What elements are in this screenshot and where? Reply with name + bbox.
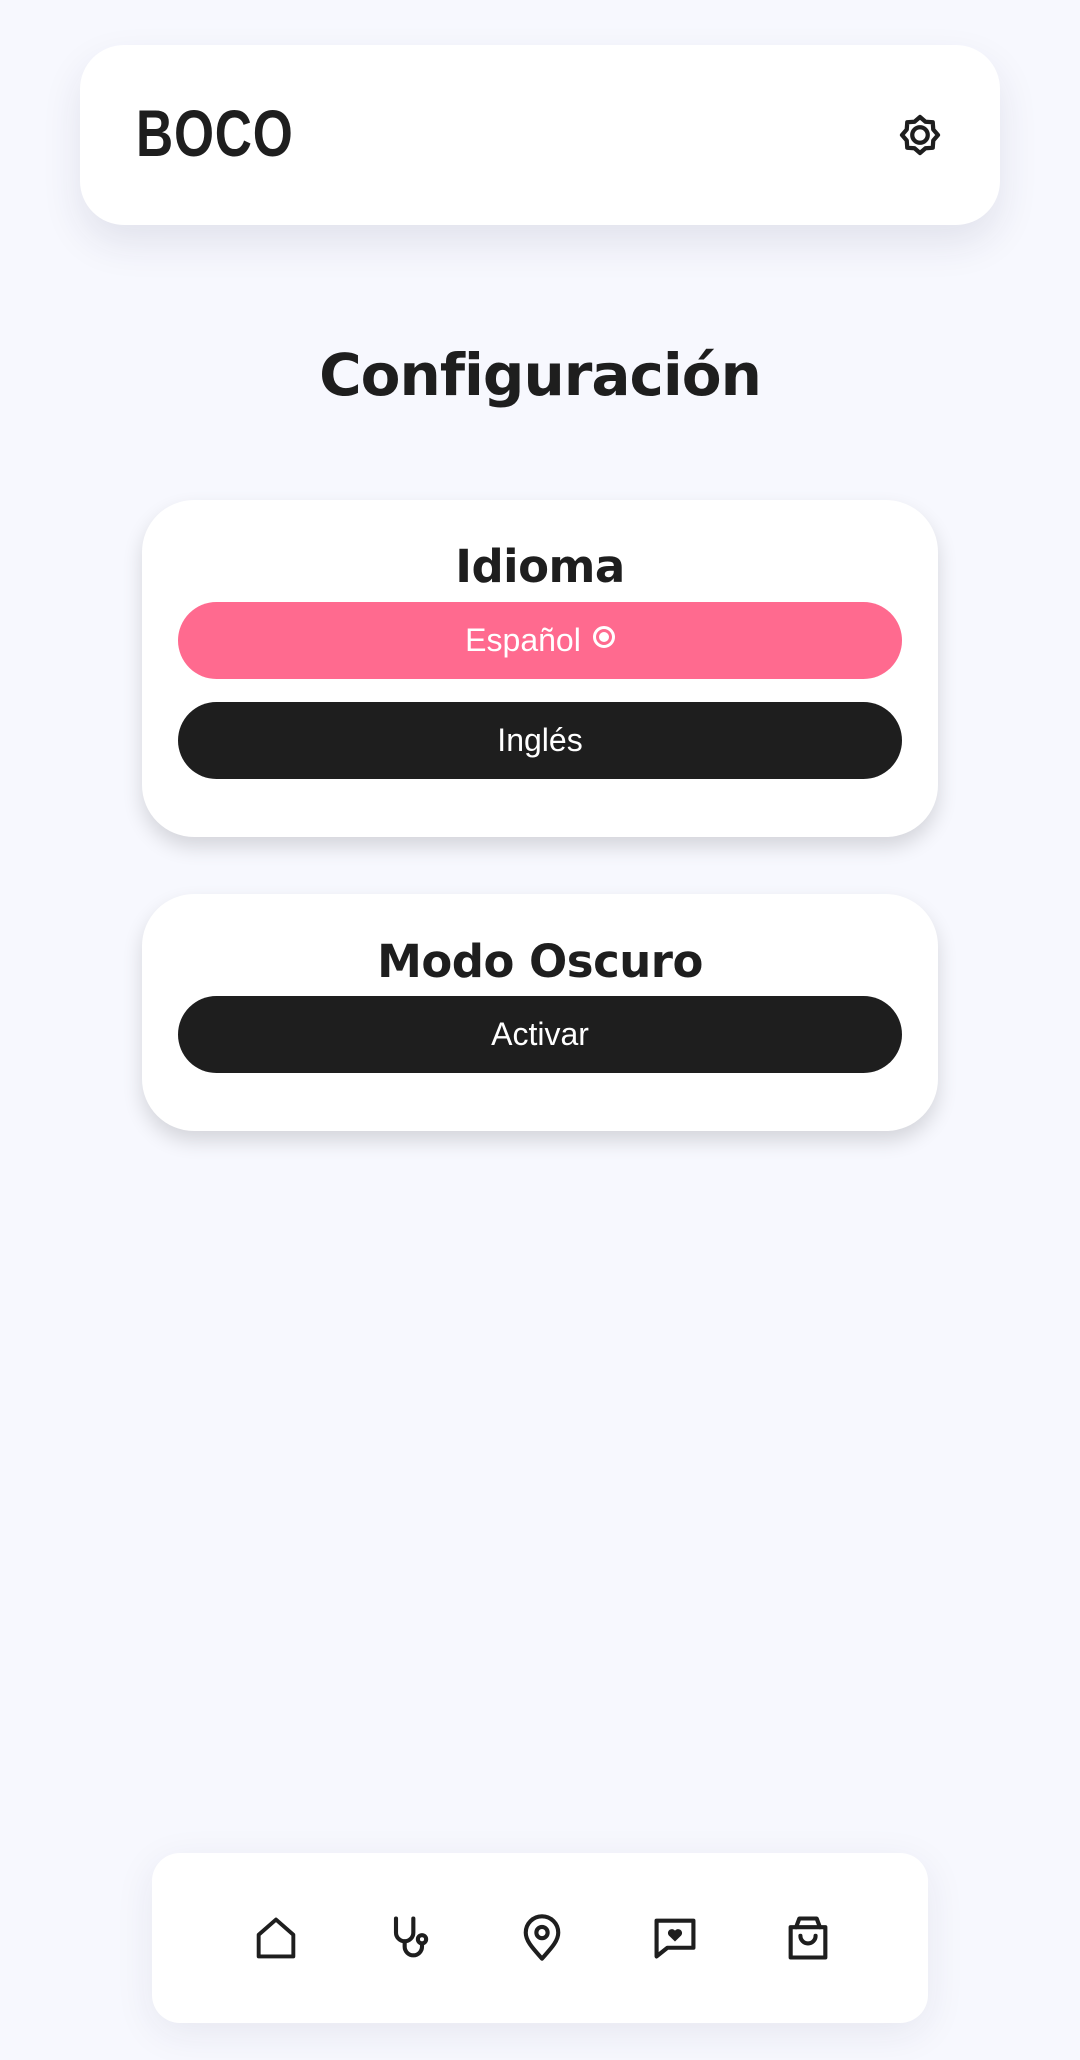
app-logo: BOCO [136, 96, 294, 170]
app-header: BOCO [80, 45, 1000, 225]
nav-health[interactable] [379, 1908, 439, 1968]
bottom-navigation [152, 1853, 928, 2023]
language-option-english[interactable]: Inglés [178, 702, 902, 779]
nav-location[interactable] [512, 1908, 572, 1968]
language-option-label: Español [465, 622, 581, 658]
language-option-spanish[interactable]: Español [178, 602, 902, 679]
shopping-bag-icon [788, 1916, 828, 1960]
dark-mode-card-title: Modo Oscuro [377, 935, 703, 988]
gear-icon [899, 114, 941, 156]
home-icon [256, 1917, 296, 1959]
page-title: Configuración [319, 341, 762, 409]
dark-mode-card: Modo Oscuro Activar [142, 894, 938, 1131]
activate-button-label: Activar [491, 1016, 589, 1052]
location-pin-icon [523, 1914, 561, 1961]
nav-messages[interactable] [645, 1908, 705, 1968]
settings-button[interactable] [880, 95, 960, 175]
language-card-title: Idioma [455, 540, 625, 593]
message-heart-icon [654, 1918, 696, 1959]
stethoscope-icon [393, 1916, 429, 1958]
nav-shop[interactable] [778, 1908, 838, 1968]
activate-dark-mode-button[interactable]: Activar [178, 996, 902, 1073]
language-card: Idioma Español Inglés [142, 500, 938, 837]
language-option-label: Inglés [497, 722, 583, 758]
radio-selected-icon [592, 625, 615, 648]
nav-home[interactable] [246, 1908, 306, 1968]
